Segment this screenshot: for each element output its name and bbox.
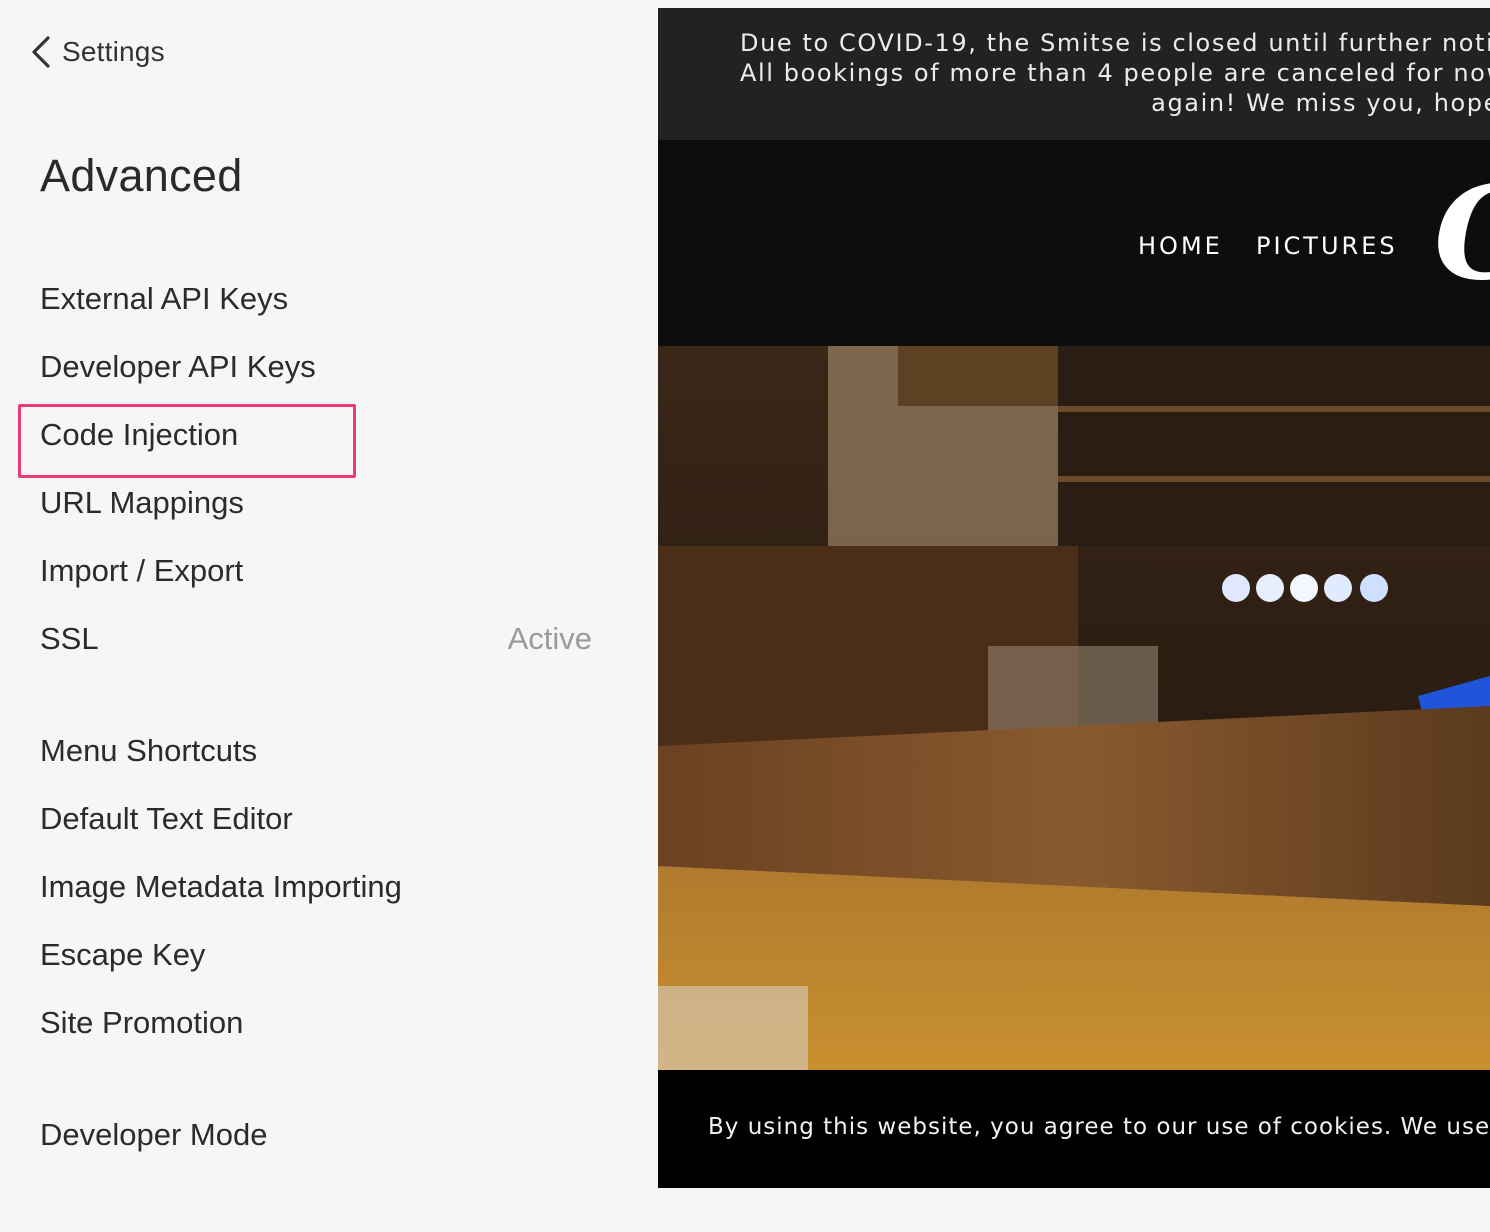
- menu-item-escape-key[interactable]: Escape Key: [40, 931, 592, 979]
- menu-item-default-text-editor[interactable]: Default Text Editor: [40, 795, 592, 843]
- menu-item-import-export[interactable]: Import / Export: [40, 547, 592, 595]
- menu-item-url-mappings[interactable]: URL Mappings: [40, 479, 592, 527]
- menu-item-label: Developer API Keys: [40, 349, 316, 384]
- menu-item-developer-mode[interactable]: Developer Mode: [40, 1111, 592, 1159]
- menu-item-developer-api-keys[interactable]: Developer API Keys: [40, 343, 592, 391]
- page-title: Advanced: [40, 150, 243, 201]
- menu-item-ssl[interactable]: SSL Active: [40, 615, 592, 663]
- menu-item-label: Developer Mode: [40, 1117, 268, 1152]
- chevron-left-icon: [32, 36, 50, 68]
- menu-item-menu-shortcuts[interactable]: Menu Shortcuts: [40, 727, 592, 775]
- menu-item-label: Import / Export: [40, 553, 244, 588]
- menu-item-label: Default Text Editor: [40, 801, 293, 836]
- menu-item-label: Code Injection: [40, 417, 239, 452]
- back-label: Settings: [62, 36, 165, 67]
- settings-panel: Settings Advanced External API Keys Deve…: [0, 0, 658, 1232]
- settings-screen: Settings Advanced External API Keys Deve…: [0, 0, 1490, 1232]
- menu-item-image-metadata-importing[interactable]: Image Metadata Importing: [40, 863, 592, 911]
- menu-item-site-promotion[interactable]: Site Promotion: [40, 999, 592, 1047]
- menu-item-label: External API Keys: [40, 281, 289, 316]
- menu-item-label: SSL: [40, 621, 99, 656]
- nav-link-home[interactable]: HOME: [1138, 232, 1223, 260]
- announcement-bar: Due to COVID-19, the Smitse is closed un…: [658, 8, 1490, 140]
- nav-link-pictures[interactable]: PICTURES: [1256, 232, 1398, 260]
- menu-item-label: URL Mappings: [40, 485, 244, 520]
- menu-item-external-api-keys[interactable]: External API Keys: [40, 275, 592, 323]
- menu-item-label: Escape Key: [40, 937, 206, 972]
- site-preview: Due to COVID-19, the Smitse is closed un…: [658, 8, 1490, 1188]
- cookie-text: By using this website, you agree to our …: [708, 1114, 1490, 1140]
- menu-item-label: Menu Shortcuts: [40, 733, 258, 768]
- menu-item-code-injection[interactable]: Code Injection: [40, 411, 592, 459]
- back-to-settings-button[interactable]: Settings: [28, 32, 165, 72]
- announcement-text: Due to COVID-19, the Smitse is closed un…: [740, 29, 1490, 117]
- ssl-status-value: Active: [507, 621, 592, 656]
- site-logo: G: [1434, 170, 1490, 298]
- site-header: HOME PICTURES G: [658, 140, 1490, 346]
- hero-bar-image: [658, 346, 1490, 1070]
- menu-item-label: Site Promotion: [40, 1005, 244, 1040]
- cookie-banner: By using this website, you agree to our …: [658, 1070, 1490, 1188]
- menu-item-label: Image Metadata Importing: [40, 869, 402, 904]
